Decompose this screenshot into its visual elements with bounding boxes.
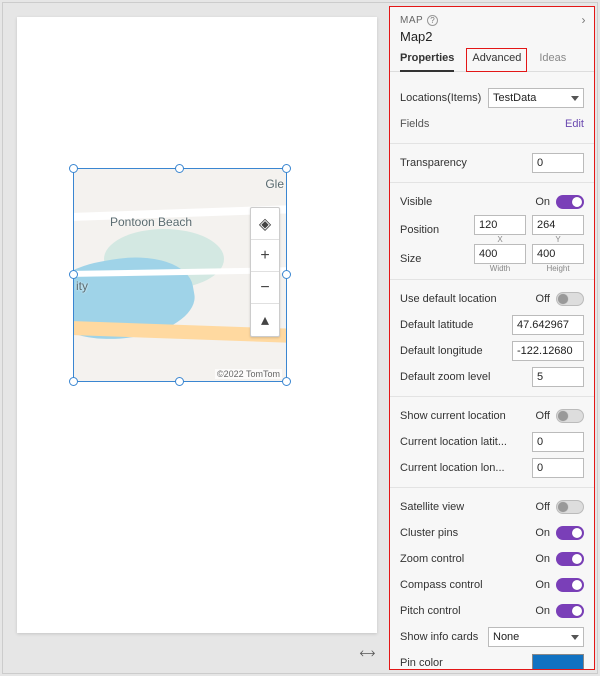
resize-handle-n[interactable] bbox=[175, 164, 184, 173]
help-icon[interactable]: ? bbox=[427, 15, 438, 26]
prop-label: Compass control bbox=[400, 579, 483, 591]
prop-label: Current location latit... bbox=[400, 436, 507, 448]
sublabel-height: Height bbox=[532, 264, 584, 273]
resize-handle-sw[interactable] bbox=[69, 377, 78, 386]
properties-panel: MAP ? › Map2 Properties Advanced Ideas L… bbox=[389, 6, 595, 670]
canvas-artboard: Pontoon Beach Gle ity ◈ + − ▴ ©2022 TomT… bbox=[17, 17, 377, 633]
resize-handle-w[interactable] bbox=[69, 270, 78, 279]
toggle-state: Off bbox=[536, 293, 550, 305]
locations-dropdown[interactable]: TestData bbox=[488, 88, 584, 108]
map-control-selected[interactable]: Pontoon Beach Gle ity ◈ + − ▴ ©2022 TomT… bbox=[74, 169, 286, 381]
prop-label: Locations(Items) bbox=[400, 92, 481, 104]
prop-label: Cluster pins bbox=[400, 527, 458, 539]
zoom-in-button[interactable]: + bbox=[251, 240, 279, 272]
prop-label: Default latitude bbox=[400, 319, 473, 331]
resize-handle-s[interactable] bbox=[175, 377, 184, 386]
toggle-state: On bbox=[535, 579, 550, 591]
tab-advanced[interactable]: Advanced bbox=[466, 48, 527, 72]
prop-label: Current location lon... bbox=[400, 462, 505, 474]
toggle-state: On bbox=[535, 605, 550, 617]
prop-label: Satellite view bbox=[400, 501, 464, 513]
visible-toggle[interactable] bbox=[556, 195, 584, 209]
tab-ideas[interactable]: Ideas bbox=[539, 48, 566, 71]
collapse-panel-button[interactable]: › bbox=[582, 13, 587, 27]
infocards-dropdown[interactable]: None bbox=[488, 627, 584, 647]
current-lat-input[interactable] bbox=[532, 432, 584, 452]
canvas-resize-icon[interactable]: ⤢ bbox=[357, 643, 378, 664]
pitch-button[interactable]: ▴ bbox=[251, 304, 279, 336]
sublabel-x: X bbox=[474, 235, 526, 244]
zoom-control-toggle[interactable] bbox=[556, 552, 584, 566]
prop-label: Position bbox=[400, 224, 439, 236]
default-zoom-input[interactable] bbox=[532, 367, 584, 387]
resize-handle-ne[interactable] bbox=[282, 164, 291, 173]
compass-control-toggle[interactable] bbox=[556, 578, 584, 592]
zoom-out-button[interactable]: − bbox=[251, 272, 279, 304]
map-viewport[interactable]: Pontoon Beach Gle ity ◈ + − ▴ ©2022 TomT… bbox=[74, 169, 286, 381]
prop-label: Use default location bbox=[400, 293, 497, 305]
pin-color-swatch[interactable] bbox=[532, 654, 584, 669]
prop-label: Default longitude bbox=[400, 345, 483, 357]
object-name[interactable]: Map2 bbox=[390, 29, 594, 48]
map-control-stack: ◈ + − ▴ bbox=[250, 207, 280, 337]
pitch-control-toggle[interactable] bbox=[556, 604, 584, 618]
size-w-input[interactable] bbox=[474, 244, 526, 264]
prop-label: Fields bbox=[400, 118, 429, 130]
prop-label: Size bbox=[400, 253, 421, 265]
panel-tabs: Properties Advanced Ideas bbox=[390, 48, 594, 72]
prop-label: Show info cards bbox=[400, 631, 478, 643]
properties-scroll[interactable]: Locations(Items) TestData Fields Edit Tr… bbox=[390, 79, 594, 669]
default-lat-input[interactable] bbox=[512, 315, 584, 335]
map-attribution: ©2022 TomTom bbox=[215, 369, 282, 379]
sublabel-width: Width bbox=[474, 264, 526, 273]
default-location-toggle[interactable] bbox=[556, 292, 584, 306]
position-y-input[interactable] bbox=[532, 215, 584, 235]
prop-label: Zoom control bbox=[400, 553, 464, 565]
prop-label: Show current location bbox=[400, 410, 506, 422]
edit-fields-link[interactable]: Edit bbox=[565, 118, 584, 130]
prop-label: Pin color bbox=[400, 657, 443, 669]
map-label-city: Pontoon Beach bbox=[110, 215, 192, 229]
prop-label: Visible bbox=[400, 196, 432, 208]
tab-properties[interactable]: Properties bbox=[400, 48, 454, 72]
size-h-input[interactable] bbox=[532, 244, 584, 264]
transparency-input[interactable] bbox=[532, 153, 584, 173]
toggle-state: On bbox=[535, 196, 550, 208]
prop-label: Pitch control bbox=[400, 605, 461, 617]
sublabel-y: Y bbox=[532, 235, 584, 244]
resize-handle-nw[interactable] bbox=[69, 164, 78, 173]
current-lon-input[interactable] bbox=[532, 458, 584, 478]
satellite-toggle[interactable] bbox=[556, 500, 584, 514]
current-location-toggle[interactable] bbox=[556, 409, 584, 423]
toggle-state: On bbox=[535, 527, 550, 539]
prop-label: Default zoom level bbox=[400, 371, 491, 383]
toggle-state: Off bbox=[536, 501, 550, 513]
compass-button[interactable]: ◈ bbox=[251, 208, 279, 240]
toggle-state: Off bbox=[536, 410, 550, 422]
resize-handle-e[interactable] bbox=[282, 270, 291, 279]
control-type-label: MAP bbox=[400, 15, 423, 26]
prop-label: Transparency bbox=[400, 157, 467, 169]
default-lon-input[interactable] bbox=[512, 341, 584, 361]
map-label-city: Gle bbox=[265, 177, 284, 191]
cluster-toggle[interactable] bbox=[556, 526, 584, 540]
position-x-input[interactable] bbox=[474, 215, 526, 235]
map-label-city: ity bbox=[76, 279, 88, 293]
toggle-state: On bbox=[535, 553, 550, 565]
resize-handle-se[interactable] bbox=[282, 377, 291, 386]
